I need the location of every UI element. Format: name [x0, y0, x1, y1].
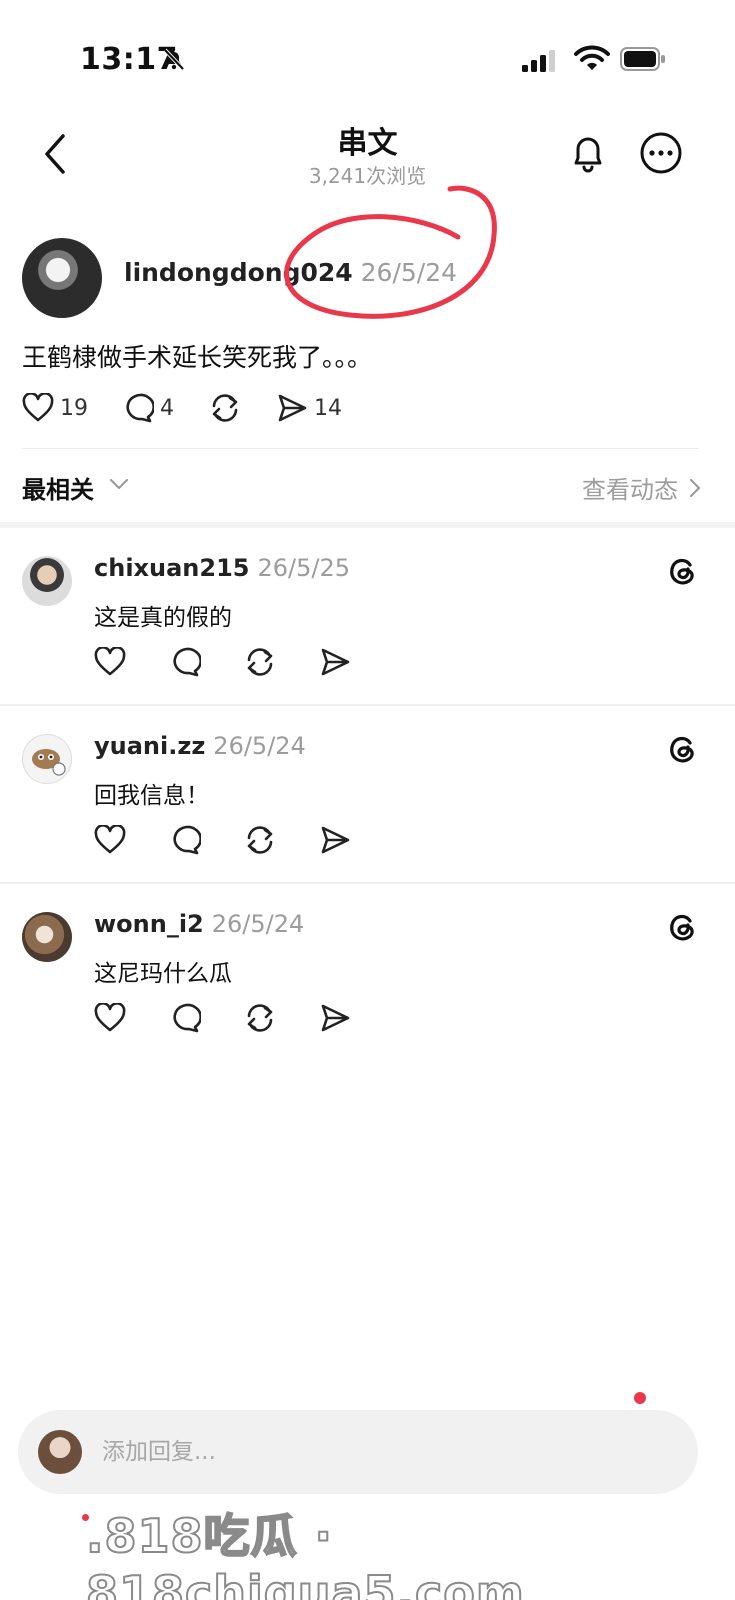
reply-item: yuani.zz 26/5/24 回我信息！ — [0, 706, 735, 884]
reply-date: 26/5/25 — [257, 554, 351, 582]
heart-icon — [22, 393, 54, 422]
reply-author-avatar[interactable] — [22, 912, 72, 962]
reply-date: 26/5/24 — [213, 732, 306, 760]
red-dot-marker — [634, 1392, 646, 1404]
share-button[interactable]: 14 — [276, 393, 342, 423]
watermark-text: .818吃瓜 · 818chigua5.com — [85, 1508, 525, 1600]
status-bar: 13:17 — [0, 0, 735, 110]
threads-icon[interactable] — [666, 910, 700, 944]
reply-like-button[interactable] — [92, 822, 128, 858]
send-icon — [278, 394, 307, 422]
cartoon-avatar-icon — [32, 749, 66, 776]
comment-icon — [173, 825, 201, 855]
app-screen: 13:17 串文 3,241次浏览 lindongdong024 26/5/24… — [0, 0, 735, 1600]
cellular-signal-icon — [522, 50, 555, 72]
view-count: 3,241次浏览 — [308, 164, 427, 188]
heart-icon — [94, 825, 126, 854]
reply-repost-button[interactable] — [242, 644, 278, 680]
post-actions: 19 4 14 — [22, 388, 376, 428]
reply-author-row: yuani.zz 26/5/24 — [94, 732, 306, 760]
sort-dropdown[interactable]: 最相关 — [22, 470, 94, 505]
bell-slash-icon — [163, 48, 185, 71]
post-date: 26/5/24 — [360, 258, 458, 287]
view-activity-link[interactable]: 查看动态 — [582, 470, 702, 505]
comment-icon — [173, 647, 201, 677]
repost-icon — [212, 394, 238, 422]
like-button[interactable]: 19 — [22, 393, 88, 423]
battery-icon — [620, 47, 665, 71]
post-author-name[interactable]: lindongdong024 — [124, 258, 353, 287]
send-icon — [321, 1004, 350, 1032]
red-annotation-circle — [284, 185, 497, 319]
comment-icon — [173, 1003, 201, 1033]
view-activity-label: 查看动态 — [582, 476, 678, 504]
reply-composer[interactable] — [18, 1410, 698, 1494]
reply-comment-button[interactable] — [167, 822, 203, 858]
notifications-button[interactable] — [564, 128, 612, 178]
heart-icon — [94, 647, 126, 676]
reply-item: chixuan215 26/5/25 这是真的假的 — [0, 528, 735, 706]
reply-author-avatar[interactable] — [22, 556, 72, 606]
reply-repost-button[interactable] — [242, 822, 278, 858]
comment-count: 4 — [160, 395, 174, 421]
share-count: 14 — [314, 395, 342, 421]
reply-author-name[interactable]: wonn_i2 — [94, 910, 204, 938]
reply-item: wonn_i2 26/5/24 这尼玛什么瓜 — [0, 884, 735, 1062]
reply-comment-button[interactable] — [167, 1000, 203, 1036]
post-text: 王鹤棣做手术延长笑死我了。。。 — [22, 343, 373, 372]
reply-author-row: wonn_i2 26/5/24 — [94, 910, 304, 938]
reply-input[interactable] — [102, 1432, 602, 1472]
more-horizontal-icon — [640, 132, 682, 174]
comment-icon — [126, 393, 154, 423]
chevron-right-icon — [689, 478, 701, 497]
comment-button[interactable]: 4 — [122, 393, 174, 423]
current-user-avatar — [38, 1430, 82, 1474]
reply-like-button[interactable] — [92, 1000, 128, 1036]
reply-author-avatar[interactable] — [22, 734, 72, 784]
reply-text: 这是真的假的 — [94, 605, 232, 631]
send-icon — [321, 826, 350, 854]
bell-icon — [574, 137, 602, 173]
more-options-button[interactable] — [636, 128, 686, 178]
reply-text: 回我信息！ — [94, 783, 209, 809]
page-title: 串文 — [337, 126, 398, 161]
reply-author-name[interactable]: chixuan215 — [94, 554, 249, 582]
reply-share-button[interactable] — [317, 822, 353, 858]
divider — [22, 448, 699, 449]
reply-author-row: chixuan215 26/5/25 — [94, 554, 350, 582]
threads-icon[interactable] — [666, 732, 700, 766]
chevron-down-icon[interactable] — [108, 476, 130, 492]
reply-actions — [92, 644, 392, 680]
reply-actions — [92, 822, 392, 858]
post-author-row: lindongdong024 26/5/24 — [124, 258, 457, 287]
sort-row: 最相关 查看动态 — [22, 470, 702, 506]
repost-icon — [247, 1004, 273, 1032]
reply-share-button[interactable] — [317, 1000, 353, 1036]
wifi-icon — [574, 45, 610, 70]
send-icon — [321, 648, 350, 676]
reply-like-button[interactable] — [92, 644, 128, 680]
reply-repost-button[interactable] — [242, 1000, 278, 1036]
heart-icon — [94, 1003, 126, 1032]
reply-text: 这尼玛什么瓜 — [94, 961, 232, 987]
like-count: 19 — [60, 395, 88, 421]
reply-share-button[interactable] — [317, 644, 353, 680]
threads-icon[interactable] — [666, 554, 700, 588]
reply-actions — [92, 1000, 392, 1036]
repost-icon — [247, 826, 273, 854]
reply-comment-button[interactable] — [167, 644, 203, 680]
repost-icon — [247, 648, 273, 676]
reply-author-name[interactable]: yuani.zz — [94, 732, 205, 760]
post-author-avatar[interactable] — [22, 238, 102, 318]
repost-button[interactable] — [208, 392, 242, 424]
reply-date: 26/5/24 — [211, 910, 305, 938]
